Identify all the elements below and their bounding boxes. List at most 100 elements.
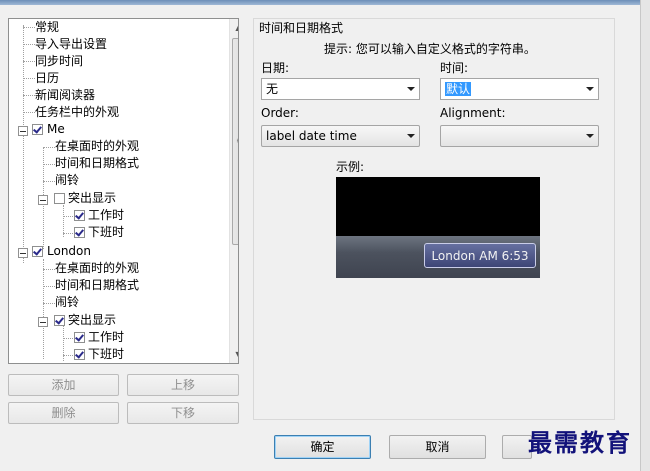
tree-item-london-off-hours[interactable]: 下班时 [88,346,124,363]
tree-item-me-desktop-appearance[interactable]: 在桌面时的外观 [55,138,139,155]
me-highlight-checkbox[interactable] [54,193,65,204]
example-label: 示例: [336,160,365,174]
ok-button[interactable]: 确定 [274,435,371,459]
scroll-down-icon[interactable]: ▼ [230,346,238,363]
tree-item-label: 时间和日期格式 [55,278,140,292]
collapse-icon[interactable] [18,248,28,258]
tree-line [23,95,35,96]
move-up-button[interactable]: 上移 [127,374,239,396]
collapse-icon[interactable] [38,317,48,327]
move-down-button[interactable]: 下移 [127,402,239,424]
tree-item-london-alarm[interactable]: 闹铃 [55,294,79,311]
tree-item-news-reader[interactable]: 新闻阅读器 [35,87,95,104]
order-select[interactable]: label date time [261,125,420,147]
me-off-hours-checkbox[interactable] [74,227,85,238]
tree-item-label: 同步时间 [35,54,84,68]
tree-scrollbar[interactable]: ▲ ≡ ▼ [229,19,238,363]
grip-icon: ≡ [236,137,238,145]
tree-line [63,355,73,356]
tree-item-label: 任务栏中的外观 [35,105,120,119]
tree-item-import-export[interactable]: 导入导出设置 [35,36,107,53]
format-panel: 时间和日期格式 提示: 您可以输入自定义格式的字符串。 日期: 时间: 无 默认… [253,18,615,420]
tree-item-me-alarm[interactable]: 闹铃 [55,172,79,189]
date-format-combo[interactable]: 无 [261,78,420,100]
tree-item-me-highlight[interactable]: 突出显示 [68,190,116,207]
cancel-button[interactable]: 取消 [389,435,486,459]
tree-item-calendar[interactable]: 日历 [35,70,59,87]
time-format-combo[interactable]: 默认 [440,78,599,100]
collapse-icon[interactable] [18,126,28,136]
dropdown-arrow-icon[interactable] [586,134,594,138]
london-checkbox[interactable] [32,246,43,257]
tree-item-label: 导入导出设置 [35,37,108,51]
tree-item-label: 时间和日期格式 [55,156,140,170]
me-checkbox[interactable] [32,124,43,135]
time-format-value[interactable]: 默认 [445,82,472,96]
tree-item-label: London [47,244,91,258]
tree-item-london-work-hours[interactable]: 工作时 [88,329,124,346]
tree-item-sync-time[interactable]: 同步时间 [35,53,83,70]
tree-item-label: 新闻阅读器 [35,88,96,102]
tree-line [63,233,73,234]
tree-item-label: 闹铃 [55,295,80,309]
preview-clock: London AM 6:53 [424,243,536,268]
collapse-icon[interactable] [38,195,48,205]
alignment-select[interactable] [440,125,599,147]
tree-line [63,338,73,339]
scrollbar-thumb[interactable]: ≡ [232,38,238,245]
dropdown-arrow-icon[interactable] [407,134,415,138]
london-work-hours-checkbox[interactable] [74,332,85,343]
tree-line [23,44,35,45]
scroll-up-icon[interactable]: ▲ [230,19,238,36]
date-label: 日期: [261,61,290,75]
tree-line [43,181,55,182]
tree-line [23,61,35,62]
tree-item-me-time-date-format[interactable]: 时间和日期格式 [55,155,139,172]
tree-line [23,78,35,79]
tree-item-general[interactable]: 常规 [35,19,59,36]
me-work-hours-checkbox[interactable] [74,210,85,221]
tree-item-london[interactable]: London [47,243,91,260]
date-format-value: 无 [266,82,279,96]
window-right-edge [640,0,650,471]
tree-item-label: Me [47,122,65,136]
dropdown-arrow-icon[interactable] [407,87,415,91]
settings-tree[interactable]: 常规 导入导出设置 同步时间 日历 新闻阅读器 任务栏中的外观 Me 在桌面时的… [8,18,239,364]
tree-item-label: 下班时 [88,225,125,239]
tree-item-me-off-hours[interactable]: 下班时 [88,224,124,241]
tree-item-london-desktop-appearance[interactable]: 在桌面时的外观 [55,260,139,277]
hint-text: 提示: 您可以输入自定义格式的字符串。 [324,42,536,56]
london-off-hours-checkbox[interactable] [74,349,85,360]
tree-line [23,112,35,113]
tree-item-label: 常规 [35,20,60,34]
tree-item-label: 闹铃 [55,173,80,187]
tree-item-london-time-date-format[interactable]: 时间和日期格式 [55,277,139,294]
tree-item-label: 在桌面时的外观 [55,139,140,153]
tree-line [43,147,55,148]
tree-line [43,259,44,359]
tree-line [43,286,55,287]
order-label: Order: [261,106,299,120]
panel-title: 时间和日期格式 [259,21,344,35]
alignment-label: Alignment: [440,106,506,120]
order-value: label date time [266,129,357,143]
tree-item-me-work-hours[interactable]: 工作时 [88,207,124,224]
tree-item-london-highlight[interactable]: 突出显示 [68,312,116,329]
tree-line [43,269,55,270]
watermark-logo: 最需教育 [528,428,632,457]
preview-desktop [336,177,540,236]
tree-item-label: 在桌面时的外观 [55,261,140,275]
add-button[interactable]: 添加 [8,374,119,396]
dropdown-arrow-icon[interactable] [586,87,594,91]
delete-button[interactable]: 删除 [8,402,119,424]
london-highlight-checkbox[interactable] [54,315,65,326]
tree-item-label: 工作时 [88,208,125,222]
tree-line [43,164,55,165]
tree-item-label: 日历 [35,71,60,85]
tree-item-label: 下班时 [88,347,125,361]
tree-item-me[interactable]: Me [47,121,65,138]
tree-line [23,27,35,28]
tree-item-label: 工作时 [88,330,125,344]
tree-item-taskbar-appearance[interactable]: 任务栏中的外观 [35,104,119,121]
window-title-strip [0,0,650,5]
